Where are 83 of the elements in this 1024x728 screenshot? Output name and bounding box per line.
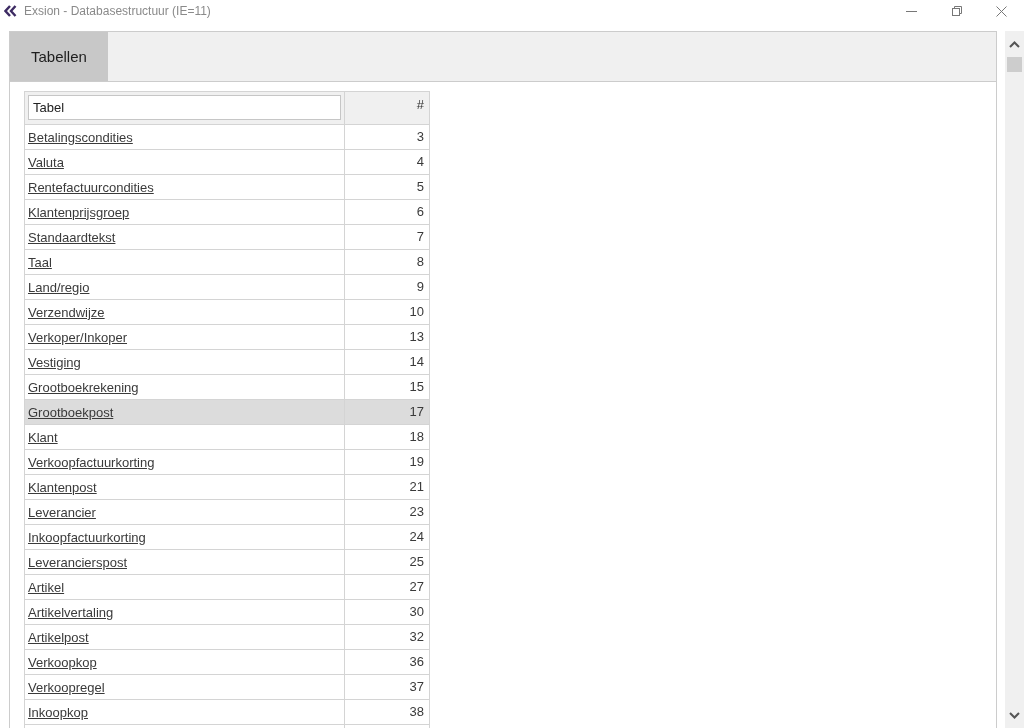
table-cell: 32 [345, 625, 430, 649]
table-row[interactable]: Klant 18 [25, 425, 430, 450]
table-row[interactable]: Verkoopfactuurkorting 19 [25, 450, 430, 475]
table-cell: 14 [345, 350, 430, 374]
table-cell: 9 [345, 275, 430, 299]
restore-icon [951, 6, 962, 16]
filter-input[interactable]: Tabel [28, 95, 341, 120]
table-cell: 17 [345, 400, 430, 424]
close-icon [996, 5, 1007, 17]
table-link[interactable]: Klantenprijsgroep [28, 204, 130, 220]
table-cell: 5 [345, 175, 430, 199]
table-link[interactable]: Artikel [28, 579, 65, 595]
table-row[interactable]: Standaardtekst 7 [25, 225, 430, 250]
table-row[interactable]: Leverancierspost 25 [25, 550, 430, 575]
table-cell: 10 [345, 300, 430, 324]
table-cell: 18 [345, 425, 430, 449]
table-link[interactable]: Verzendwijze [28, 304, 105, 320]
table-link[interactable]: Verkoopregel [28, 679, 105, 695]
table-link[interactable]: Grootboekrekening [28, 379, 139, 395]
table-cell: 24 [345, 525, 430, 549]
table-cell: 27 [345, 575, 430, 599]
table-link[interactable]: Leverancierspost [28, 554, 127, 570]
table-link[interactable]: Inkoopfactuurkorting [28, 529, 146, 545]
table-row[interactable]: Artikelvertaling 30 [25, 600, 430, 625]
table-link[interactable]: Grootboekpost [28, 404, 114, 420]
chevron-down-icon [1009, 711, 1020, 719]
table-cell: 6 [345, 200, 430, 224]
table-row[interactable]: Vestiging 14 [25, 350, 430, 375]
table-cell: 30 [345, 600, 430, 624]
table-cell: 21 [345, 475, 430, 499]
table-cell: 13 [345, 325, 430, 349]
table-link[interactable]: Verkoopkop [28, 654, 97, 670]
table-cell: 8 [345, 250, 430, 274]
table-link[interactable]: Artikelpost [28, 629, 89, 645]
table-cell: 19 [345, 450, 430, 474]
table-link[interactable]: Verkoopfactuurkorting [28, 454, 155, 470]
table-link[interactable]: Standaardtekst [28, 229, 116, 245]
table-row[interactable]: Klantenpost 21 [25, 475, 430, 500]
scrollbar-thumb[interactable] [1007, 57, 1022, 72]
table-cell: 23 [345, 500, 430, 524]
minimize-icon [906, 10, 917, 12]
table-link[interactable]: Land/regio [28, 279, 90, 295]
table-row[interactable]: Verkoopkop 36 [25, 650, 430, 675]
table-row[interactable]: Verzendwijze 10 [25, 300, 430, 325]
table-row[interactable]: Rentefactuurcondities 5 [25, 175, 430, 200]
table-row[interactable]: Verkoper/Inkoper 13 [25, 325, 430, 350]
column-header: # [345, 92, 430, 124]
window-title: Exsion - Databasestructuur (IE=11) [24, 4, 211, 18]
table-row[interactable]: Grootboekpost 17 [25, 400, 430, 425]
table-link[interactable]: Artikelvertaling [28, 604, 114, 620]
table-cell: 15 [345, 375, 430, 399]
table-row[interactable]: Klantenprijsgroep 6 [25, 200, 430, 225]
double-chevron-icon [4, 5, 17, 17]
table-row[interactable]: Land/regio 9 [25, 275, 430, 300]
table-link[interactable]: Leverancier [28, 504, 96, 520]
table-row[interactable]: Inkoopfactuurkorting 24 [25, 525, 430, 550]
table-row[interactable]: Artikel 27 [25, 575, 430, 600]
table-link[interactable]: Vestiging [28, 354, 81, 370]
tab[interactable]: Tabellen [10, 32, 108, 81]
table-link[interactable]: Verkoper/Inkoper [28, 329, 127, 345]
table-row[interactable]: Betalingscondities 3 [25, 125, 430, 150]
table-cell: 7 [345, 225, 430, 249]
table-cell: 37 [345, 675, 430, 699]
table-cell: 25 [345, 550, 430, 574]
table-link[interactable]: Valuta [28, 154, 64, 170]
table-row[interactable]: Valuta 4 [25, 150, 430, 175]
table-link[interactable]: Inkoopkop [28, 704, 88, 720]
table-cell: 36 [345, 650, 430, 674]
table-row[interactable]: Verkoopregel 37 [25, 675, 430, 700]
table-row[interactable]: Leverancier 23 [25, 500, 430, 525]
chevron-up-icon [1009, 40, 1020, 48]
table-cell: 4 [345, 150, 430, 174]
table-cell: 38 [345, 700, 430, 724]
table-cell: 3 [345, 125, 430, 149]
table-row[interactable]: Artikelpost 32 [25, 625, 430, 650]
table-row[interactable]: Taal 8 [25, 250, 430, 275]
table-row[interactable]: Grootboekrekening 15 [25, 375, 430, 400]
table-row[interactable]: Inkoopkop 38 [25, 700, 430, 725]
table-link[interactable]: Betalingscondities [28, 129, 133, 145]
table-link[interactable]: Klant [28, 429, 58, 445]
table-link[interactable]: Taal [28, 254, 52, 270]
table-link[interactable]: Rentefactuurcondities [28, 179, 154, 195]
table-link[interactable]: Klantenpost [28, 479, 97, 495]
